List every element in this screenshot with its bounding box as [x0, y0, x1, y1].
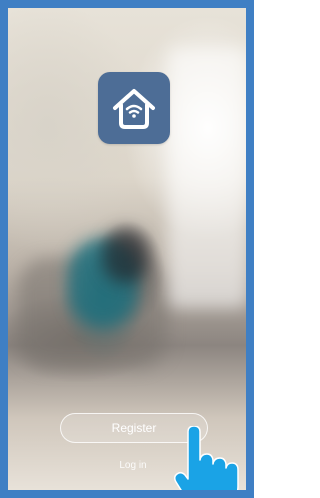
- background-head: [103, 228, 148, 283]
- home-wifi-icon: [113, 89, 155, 129]
- welcome-screen: Register Log in: [8, 8, 246, 490]
- login-link[interactable]: Log in: [103, 460, 163, 471]
- app-logo-icon: [98, 72, 170, 144]
- background-window: [168, 48, 246, 308]
- register-button-label: Register: [111, 421, 157, 435]
- device-frame: Register Log in: [0, 0, 254, 498]
- hand-pointer-icon: [174, 426, 239, 490]
